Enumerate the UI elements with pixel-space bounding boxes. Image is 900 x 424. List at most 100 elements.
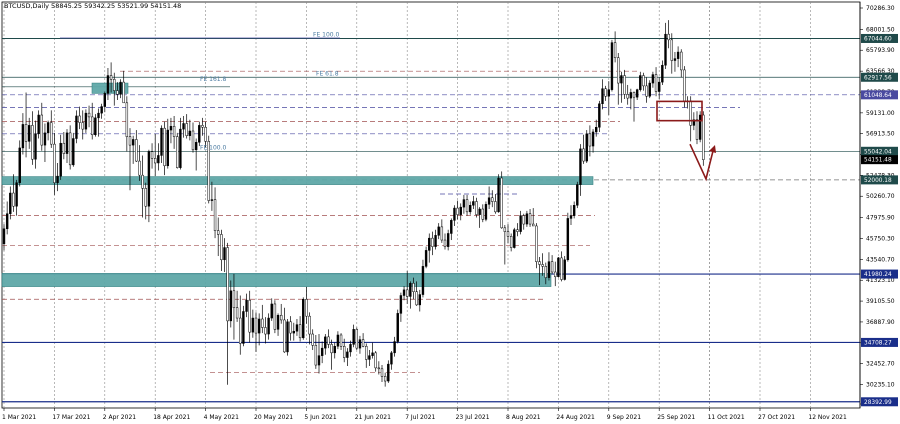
candle-body — [84, 112, 88, 130]
candle-body — [554, 271, 557, 277]
candle-body — [623, 75, 626, 95]
candle-body — [588, 133, 592, 147]
symbol-title: BTCUSD,Daily 58845.25 59342.25 53521.99 … — [4, 2, 181, 10]
candle-body — [53, 143, 56, 183]
candle-body — [528, 213, 532, 225]
candle-body — [538, 261, 541, 265]
candle-body — [446, 233, 450, 247]
x-tick-label: 17 Mar 2021 — [52, 414, 90, 421]
candle-body — [330, 344, 333, 354]
candle-body — [31, 125, 34, 160]
candle-body — [576, 184, 579, 206]
candle-body — [459, 206, 462, 215]
candle-body — [141, 174, 144, 189]
candle-body — [569, 215, 573, 219]
candle-body — [242, 311, 245, 344]
candle-body — [443, 239, 447, 247]
candle-body — [46, 122, 50, 134]
x-tick-label: 12 Nov 2021 — [808, 414, 847, 421]
y-tick-label: 45750.30 — [866, 236, 895, 243]
candle-body — [176, 136, 179, 168]
candle-body — [289, 321, 292, 334]
candle-body — [469, 205, 472, 213]
candle-body — [437, 226, 440, 236]
candle-body — [645, 85, 648, 97]
candle-body — [254, 317, 258, 334]
candle-body — [654, 74, 658, 92]
price-zone — [1, 176, 594, 185]
candle-body — [188, 130, 192, 136]
candle-body — [179, 128, 182, 168]
candle-body — [327, 336, 330, 345]
candle-body — [349, 344, 352, 353]
candle-body — [346, 351, 349, 358]
candle-body — [150, 151, 154, 159]
price-tag-label: 61048.64 — [864, 93, 892, 99]
candle-body — [217, 230, 220, 235]
candle-body — [635, 89, 639, 98]
candle-body — [598, 103, 601, 128]
candle-body — [607, 89, 610, 97]
candle-body — [308, 315, 311, 335]
y-tick-label: 70286.30 — [866, 5, 895, 12]
candle-body — [78, 115, 81, 123]
candle-body — [516, 229, 519, 232]
candle-body — [220, 234, 223, 261]
candle-body — [371, 352, 374, 356]
candle-body — [390, 352, 393, 365]
y-tick-label: 59131.00 — [866, 110, 895, 117]
candle-body — [65, 132, 69, 154]
fe-label: FE 100.0 — [200, 144, 227, 151]
x-tick-label: 8 Aug 2021 — [506, 414, 541, 421]
candle-body — [2, 228, 6, 245]
candle-body — [75, 115, 78, 139]
candle-body — [695, 119, 699, 140]
price-tag-label: 52000.18 — [864, 178, 892, 184]
candle-body — [261, 318, 264, 328]
price-tag-label: 34708.27 — [864, 340, 892, 346]
candle-body — [450, 220, 453, 234]
price-tag-label: 67044.60 — [864, 36, 892, 42]
candle-body — [320, 347, 324, 356]
candle-body — [56, 175, 59, 183]
candle-body — [585, 133, 588, 162]
candle-body — [698, 114, 702, 140]
candle-body — [305, 299, 308, 317]
candle-body — [144, 188, 147, 207]
candle-body — [519, 215, 522, 232]
candle-body — [494, 201, 497, 213]
candle-body — [409, 283, 412, 297]
candle-body — [106, 75, 110, 94]
candle-body — [229, 290, 233, 322]
candle-body — [138, 160, 141, 176]
candle-body — [235, 307, 239, 319]
y-tick-label: 36887.90 — [866, 319, 895, 326]
candle-body — [135, 139, 138, 162]
candle-body — [157, 155, 160, 164]
price-tag-label: 41980.24 — [864, 272, 892, 278]
candle-body — [286, 321, 289, 353]
candle-body — [40, 114, 43, 146]
candle-body — [109, 75, 113, 80]
candle-body — [387, 363, 390, 382]
candle-body — [201, 125, 204, 128]
candle-body — [5, 213, 9, 230]
candle-body — [270, 303, 273, 319]
x-tick-label: 21 Jun 2021 — [355, 414, 391, 421]
candle-body — [591, 131, 595, 147]
x-tick-label: 25 Sep 2021 — [657, 414, 695, 421]
candle-body — [169, 126, 173, 131]
candle-body — [223, 247, 226, 261]
candle-body — [87, 112, 91, 118]
candle-body — [431, 237, 434, 247]
candle-body — [128, 136, 132, 146]
candle-body — [513, 229, 516, 248]
candle-body — [154, 158, 157, 164]
y-tick-label: 68001.50 — [866, 26, 895, 33]
candle-body — [651, 74, 655, 84]
candle-body — [273, 303, 277, 330]
candle-body — [204, 126, 207, 142]
candle-body — [336, 334, 340, 347]
candle-body — [595, 126, 598, 133]
candle-body — [125, 102, 129, 137]
